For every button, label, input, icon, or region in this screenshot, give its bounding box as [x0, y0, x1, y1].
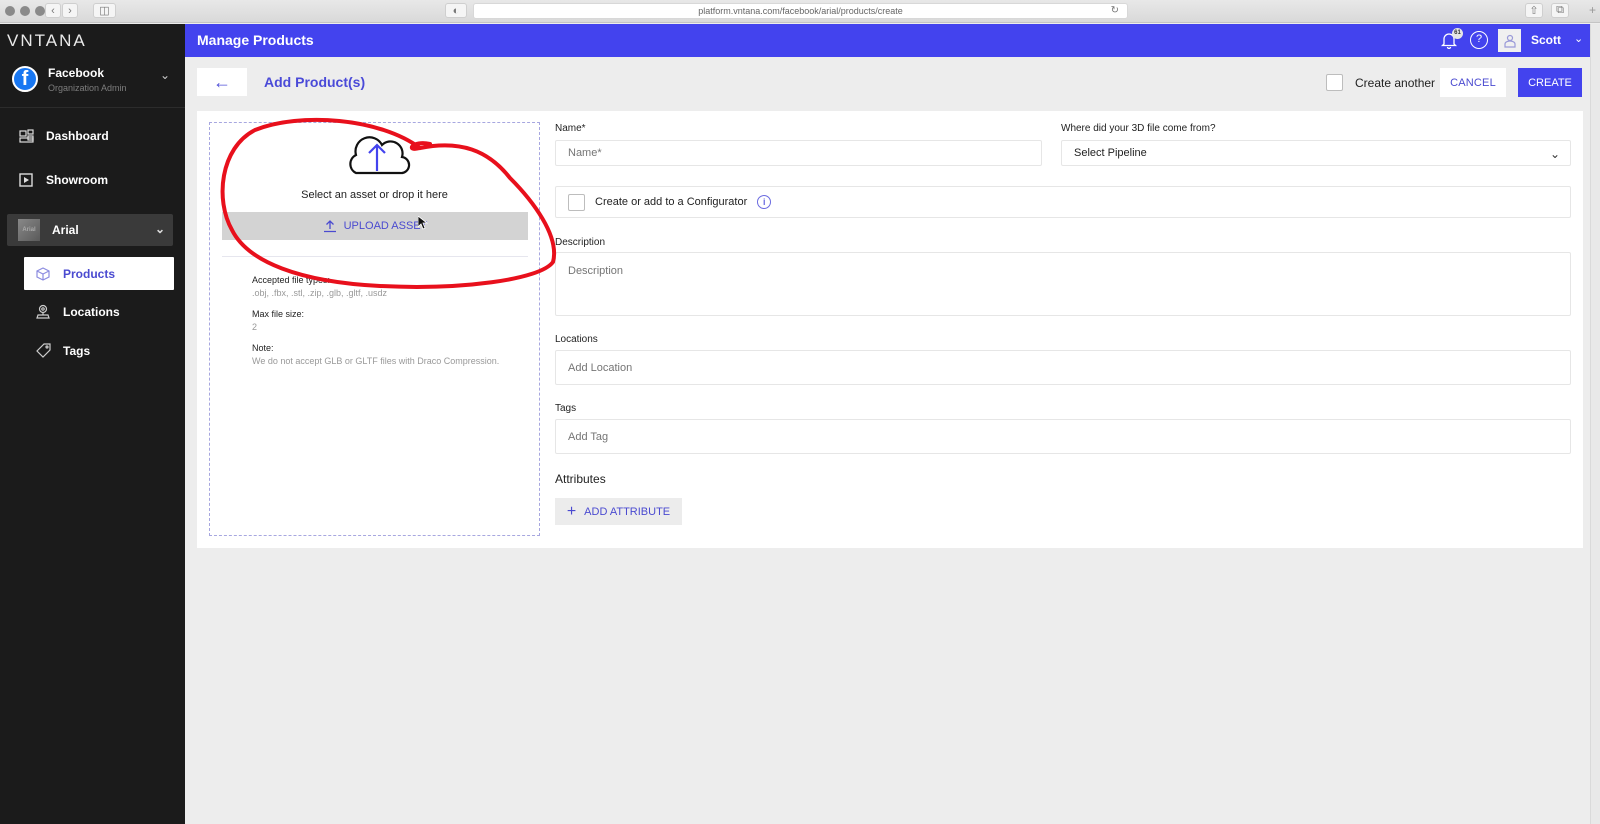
info-icon[interactable]: i [757, 195, 772, 209]
workspace-thumbnail: Arial [18, 219, 40, 241]
avatar[interactable] [1498, 29, 1521, 52]
pipeline-value: Select Pipeline [1074, 147, 1147, 159]
asset-dropzone[interactable]: Select an asset or drop it here UPLOAD A… [209, 122, 540, 536]
tags-label: Tags [555, 403, 577, 414]
max-size-value: 2 [252, 322, 258, 332]
header-title: Manage Products [197, 32, 314, 48]
chevron-down-icon[interactable]: ⌄ [1574, 32, 1583, 45]
sidebar-item-label: Tags [63, 343, 91, 358]
org-switcher[interactable]: f Facebook Organization Admin ⌄ [0, 58, 185, 108]
tag-icon [35, 343, 51, 358]
sidebar-toggle-icon[interactable]: ◫ [93, 3, 116, 18]
page-title: Add Product(s) [264, 74, 366, 90]
name-input[interactable] [555, 140, 1042, 166]
upload-asset-label: UPLOAD ASSET [343, 220, 428, 232]
chevron-down-icon: ⌄ [160, 68, 171, 82]
checkbox[interactable] [1326, 74, 1343, 91]
sidebar-item-label: Dashboard [46, 129, 109, 143]
sidebar-item-dashboard[interactable]: Dashboard [0, 119, 185, 153]
tags-input[interactable] [555, 419, 1571, 454]
add-product-card: Select an asset or drop it here UPLOAD A… [197, 111, 1583, 548]
description-input[interactable] [555, 252, 1571, 316]
locations-input[interactable] [555, 350, 1571, 385]
back-nav-icon[interactable]: ‹ [45, 3, 61, 18]
chevron-down-icon: ⌄ [1549, 147, 1560, 161]
cancel-button[interactable]: CANCEL [1440, 68, 1506, 97]
sidebar: VNTANA f Facebook Organization Admin ⌄ D… [0, 24, 185, 824]
location-pin-icon [35, 304, 51, 319]
sidebar-item-tags[interactable]: Tags [24, 334, 174, 367]
accepted-types-value: .obj, .fbx, .stl, .zip, .glb, .gltf, .us… [252, 288, 388, 298]
pipeline-select[interactable]: Select Pipeline ⌄ [1061, 140, 1571, 166]
max-file-size: Max file size: 2 [252, 309, 304, 332]
dropzone-prompt: Select an asset or drop it here [301, 189, 448, 201]
chevron-down-icon: ⌄ [154, 222, 165, 236]
notifications-count-badge: 61 [1452, 28, 1463, 39]
showroom-icon [18, 172, 34, 188]
upload-note: Note: We do not accept GLB or GLTF files… [252, 343, 499, 366]
reload-icon[interactable]: ↻ [1111, 4, 1119, 18]
add-attribute-button[interactable]: + ADD ATTRIBUTE [555, 498, 682, 525]
upload-icon [323, 220, 336, 233]
privacy-shield-icon[interactable]: ◐ [445, 3, 467, 18]
locations-label: Locations [555, 334, 598, 345]
brand-logo[interactable]: VNTANA [7, 31, 87, 51]
minimize-window-button[interactable] [20, 6, 30, 16]
dashboard-icon [18, 128, 34, 144]
configurator-checkbox[interactable] [568, 193, 585, 211]
pipeline-label: Where did your 3D file come from? [1061, 123, 1216, 134]
divider [222, 256, 528, 257]
cube-icon [35, 266, 51, 281]
cloud-upload-icon [349, 136, 411, 175]
address-bar[interactable]: platform.vntana.com/facebook/arial/produ… [473, 3, 1128, 19]
share-icon[interactable]: ⇧ [1525, 3, 1543, 18]
sidebar-item-label: Locations [63, 304, 120, 319]
maximize-window-button[interactable] [35, 6, 45, 16]
accepted-types-label: Accepted file types: [252, 275, 331, 285]
create-button[interactable]: CREATE [1518, 68, 1582, 97]
note-label: Note: [252, 343, 274, 353]
url-text: platform.vntana.com/facebook/arial/produ… [698, 6, 903, 16]
org-name: Facebook [48, 66, 105, 80]
browser-toolbar: ‹ › ◫ ◐ platform.vntana.com/facebook/ari… [0, 0, 1600, 23]
user-name[interactable]: Scott [1531, 33, 1561, 47]
back-button[interactable]: ← [197, 68, 247, 96]
create-another-label: Create another [1355, 75, 1436, 90]
note-value: We do not accept GLB or GLTF files with … [252, 356, 500, 366]
sidebar-item-label: Showroom [46, 173, 108, 187]
description-label: Description [555, 237, 606, 248]
help-icon[interactable]: ? [1470, 31, 1488, 49]
sidebar-item-showroom[interactable]: Showroom [0, 163, 185, 197]
upload-asset-button[interactable]: UPLOAD ASSET [222, 212, 528, 240]
name-label: Name* [555, 123, 586, 134]
facebook-icon: f [12, 66, 38, 92]
configurator-label: Create or add to a Configurator [595, 196, 748, 208]
mouse-cursor-icon [418, 216, 428, 230]
create-another-checkbox[interactable]: Create another [1326, 74, 1435, 91]
app-header: Manage Products 61 ? Scott ⌄ [185, 24, 1590, 57]
sidebar-group-arial[interactable]: Arial Arial ⌄ [7, 214, 173, 246]
configurator-row: Create or add to a Configurator i [555, 186, 1571, 218]
attributes-heading: Attributes [555, 472, 606, 486]
tabs-overview-icon[interactable]: ⧉ [1551, 3, 1569, 18]
sidebar-item-label: Products [63, 266, 116, 281]
forward-nav-icon[interactable]: › [62, 3, 78, 18]
sidebar-group-label: Arial [52, 223, 79, 237]
max-size-label: Max file size: [252, 309, 305, 319]
add-attribute-label: ADD ATTRIBUTE [584, 505, 671, 518]
plus-icon: + [566, 502, 577, 520]
close-window-button[interactable] [5, 6, 15, 16]
arrow-left-icon: ← [213, 71, 231, 92]
page-scrollbar[interactable] [1590, 24, 1600, 824]
new-tab-icon[interactable]: + [1589, 3, 1596, 17]
accepted-file-types: Accepted file types: .obj, .fbx, .stl, .… [252, 275, 387, 298]
sidebar-item-products[interactable]: Products [24, 257, 174, 290]
sidebar-item-locations[interactable]: Locations [24, 295, 174, 328]
window-controls [5, 6, 45, 16]
org-role: Organization Admin [48, 83, 127, 93]
